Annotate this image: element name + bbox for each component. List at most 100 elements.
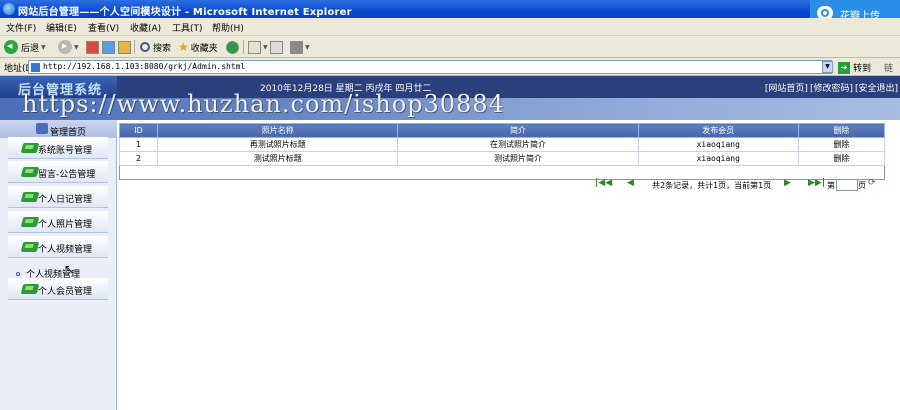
folder-icon <box>20 242 40 252</box>
sidebar-item-label: 个人视频管理 <box>38 245 93 255</box>
page-number-input[interactable] <box>836 179 858 191</box>
sidebar-home[interactable]: 管理首页 <box>0 120 117 138</box>
edit-button[interactable]: ▼ <box>290 39 310 55</box>
folder-icon <box>20 284 40 294</box>
sidebar-item-label: 个人会员管理 <box>38 287 93 297</box>
forward-button[interactable]: ▼ <box>58 39 79 55</box>
cell-photo-name: 再测试照片标题 <box>157 137 399 152</box>
menu-edit[interactable]: 编辑(E) <box>46 21 77 34</box>
home-button[interactable] <box>118 39 131 55</box>
cell-member: xiaoqiang <box>637 151 799 166</box>
column-header-intro: 简介 <box>397 123 639 138</box>
address-dropdown-icon[interactable]: ▼ <box>822 61 833 73</box>
pager-summary: 共2条记录，共计1页，当前第1页 <box>652 181 772 190</box>
main-content: ID 照片名称 简介 发布会员 删除 1 再测试照片标题 在测试照片简介 xia… <box>117 120 900 410</box>
sidebar-item-label: 个人照片管理 <box>38 220 93 230</box>
column-header-member: 发布会员 <box>637 123 799 138</box>
cell-intro: 测试照片简介 <box>397 151 639 166</box>
sidebar-item-label: 留言-公告管理 <box>38 170 96 180</box>
home-icon <box>118 40 131 54</box>
print-button[interactable] <box>270 39 283 55</box>
refresh-button[interactable] <box>102 39 115 55</box>
column-header-photo-name: 照片名称 <box>157 123 399 138</box>
folder-icon <box>20 167 40 177</box>
go-page-icon[interactable]: ⟳ <box>868 178 876 188</box>
menu-bar: 文件(F) 编辑(E) 查看(V) 收藏(A) 工具(T) 帮助(H) <box>0 18 900 36</box>
folder-icon <box>20 192 40 202</box>
search-icon <box>140 42 150 52</box>
pager-page-prefix: 第 <box>827 181 835 190</box>
prev-page-icon[interactable]: ◀ <box>627 178 634 188</box>
address-input[interactable]: http://192.168.1.103:8080/grkj/Admin.sht… <box>28 60 832 74</box>
menu-help[interactable]: 帮助(H) <box>212 21 244 34</box>
sidebar-item-videos[interactable]: 个人视频管理 <box>8 236 108 258</box>
sidebar-item-members[interactable]: 个人会员管理 <box>8 278 108 300</box>
ie-icon <box>3 3 15 15</box>
mouse-cursor-icon: ↖ <box>64 262 75 276</box>
change-password-link[interactable]: [修改密码] <box>810 81 853 94</box>
folder-icon <box>20 217 40 227</box>
sidebar-item-messages[interactable]: 留言-公告管理 <box>8 161 108 183</box>
mail-icon <box>248 40 261 54</box>
first-page-icon[interactable]: |◀◀ <box>595 178 612 188</box>
stop-icon <box>86 40 99 54</box>
last-page-icon[interactable]: ▶▶| <box>808 178 825 188</box>
header-links: [网站首页] [修改密码] [安全退出] <box>763 81 898 94</box>
print-icon <box>270 40 283 54</box>
favorites-button[interactable]: ★ 收藏夹 <box>178 39 218 55</box>
menu-file[interactable]: 文件(F) <box>6 21 36 34</box>
window-titlebar: 网站后台管理——个人空间模块设计 - Microsoft Internet Ex… <box>0 0 900 18</box>
chevron-down-icon: ▼ <box>74 43 79 51</box>
favorites-label: 收藏夹 <box>190 43 218 54</box>
sidebar-item-diary[interactable]: 个人日记管理 <box>8 186 108 208</box>
table-row: 1 再测试照片标题 在测试照片简介 xiaoqiang 删除 <box>118 137 886 152</box>
media-button[interactable] <box>226 39 239 55</box>
stop-button[interactable] <box>86 39 99 55</box>
back-arrow-icon <box>4 40 18 54</box>
logout-link[interactable]: [安全退出] <box>855 81 898 94</box>
cell-id: 1 <box>118 137 159 152</box>
photo-table: ID 照片名称 简介 发布会员 删除 1 再测试照片标题 在测试照片简介 xia… <box>118 123 886 180</box>
site-home-link[interactable]: [网站首页] <box>765 81 808 94</box>
cell-photo-name: 测试照片标题 <box>157 151 399 166</box>
search-button[interactable]: 搜索 <box>140 39 171 55</box>
sidebar: 管理首页 系统账号管理 留言-公告管理 个人日记管理 个人照片管理 个人视频管理… <box>0 120 117 410</box>
mail-button[interactable]: ▼ <box>248 39 268 55</box>
delete-link[interactable]: 删除 <box>797 151 886 166</box>
media-icon <box>226 40 239 54</box>
chevron-down-icon: ▼ <box>41 43 46 51</box>
table-row: 2 测试照片标题 测试照片简介 xiaoqiang 删除 <box>118 151 886 166</box>
star-icon: ★ <box>178 40 189 54</box>
pagination: |◀◀ ◀ 共2条记录，共计1页，当前第1页 ▶ ▶▶| 第 页 ⟳ <box>117 178 900 192</box>
edit-icon <box>290 40 303 54</box>
next-page-icon[interactable]: ▶ <box>784 178 791 188</box>
column-header-id: ID <box>118 123 159 138</box>
home-icon <box>36 123 48 134</box>
menu-tools[interactable]: 工具(T) <box>172 21 203 34</box>
delete-link[interactable]: 删除 <box>797 137 886 152</box>
chevron-down-icon: ▼ <box>263 43 268 51</box>
bullet-icon <box>16 271 20 276</box>
toolbar-divider <box>243 40 244 54</box>
go-arrow-icon: ➔ <box>838 61 850 74</box>
chevron-down-icon: ▼ <box>305 43 310 51</box>
toolbar: 后退 ▼ ▼ 搜索 ★ 收藏夹 ▼ ▼ <box>0 36 900 58</box>
pager-page-suffix: 页 <box>858 181 866 190</box>
menu-view[interactable]: 查看(V) <box>88 21 119 34</box>
refresh-icon <box>102 40 115 54</box>
cell-member: xiaoqiang <box>637 137 799 152</box>
column-header-delete: 删除 <box>797 123 886 138</box>
go-button[interactable]: ➔ 转到 <box>838 61 871 74</box>
sidebar-item-accounts[interactable]: 系统账号管理 <box>8 137 108 159</box>
sidebar-item-label: 个人日记管理 <box>38 195 93 205</box>
address-bar: 地址(D) http://192.168.1.103:8080/grkj/Adm… <box>0 58 900 87</box>
sidebar-item-photos[interactable]: 个人照片管理 <box>8 211 108 233</box>
menu-favorites[interactable]: 收藏(A) <box>130 21 161 34</box>
sidebar-item-label: 系统账号管理 <box>38 146 93 156</box>
toolbar-divider <box>134 40 135 54</box>
forward-arrow-icon <box>58 40 72 54</box>
search-label: 搜索 <box>153 43 172 54</box>
folder-icon <box>20 143 40 153</box>
back-button[interactable]: 后退 ▼ <box>4 39 46 55</box>
cell-id: 2 <box>118 151 159 166</box>
